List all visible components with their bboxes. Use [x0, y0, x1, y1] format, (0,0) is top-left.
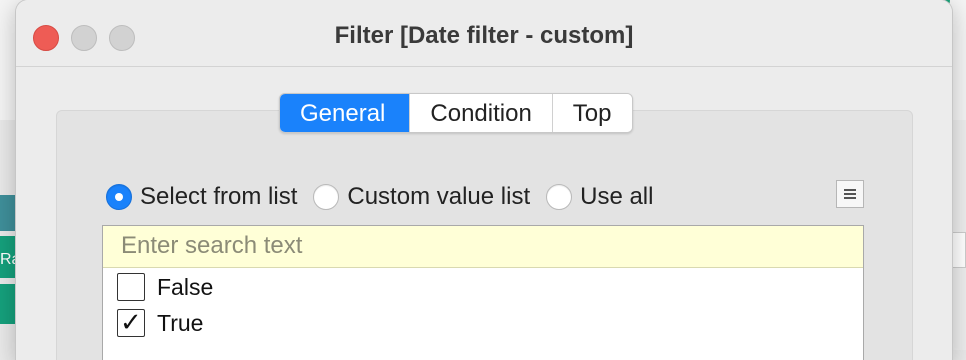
search-field[interactable] [103, 226, 863, 268]
radio-button-selected[interactable] [106, 184, 132, 210]
radio-use-all[interactable]: Use all [546, 183, 653, 211]
hamburger-menu-icon [844, 189, 856, 191]
selection-mode-group: Select from list Custom value list Use a… [106, 180, 669, 214]
list-item-true[interactable]: ✓ True [117, 307, 204, 338]
radio-button[interactable] [313, 184, 340, 210]
hamburger-menu-icon [844, 197, 856, 199]
value-list: False ✓ True [102, 225, 864, 360]
search-input[interactable] [103, 226, 863, 266]
list-item-label: False [157, 273, 214, 300]
background-left-label-text: Ra [0, 251, 16, 268]
title-bar: Filter [Date filter - custom] [16, 0, 952, 67]
background-left-label: Ra [0, 236, 16, 278]
radio-button[interactable] [546, 184, 573, 210]
radio-custom-value-list[interactable]: Custom value list [313, 183, 530, 211]
hamburger-menu-icon [844, 193, 856, 195]
radio-select-from-list[interactable]: Select from list [106, 183, 297, 211]
tab-bar: General Condition Top [279, 93, 633, 133]
list-options-menu-button[interactable] [836, 180, 864, 208]
tab-condition[interactable]: Condition [409, 94, 552, 132]
radio-label-select-from-list: Select from list [140, 183, 298, 210]
tab-general[interactable]: General [280, 94, 410, 132]
checkbox-unchecked[interactable] [117, 273, 145, 301]
filter-dialog: Filter [Date filter - custom] General Co… [16, 0, 952, 360]
radio-label-use-all: Use all [580, 183, 654, 210]
window-title: Filter [Date filter - custom] [334, 22, 634, 49]
background-left-strip [0, 284, 16, 324]
tab-top[interactable]: Top [551, 94, 632, 132]
list-item-false[interactable]: False [117, 272, 213, 302]
background-right-box [950, 232, 966, 268]
radio-label-custom-value-list: Custom value list [347, 183, 531, 210]
checkmark-icon: ✓ [120, 307, 142, 337]
list-item-label: True [157, 309, 204, 336]
checkbox-checked[interactable]: ✓ [117, 307, 145, 337]
background-left-strip [0, 195, 16, 231]
